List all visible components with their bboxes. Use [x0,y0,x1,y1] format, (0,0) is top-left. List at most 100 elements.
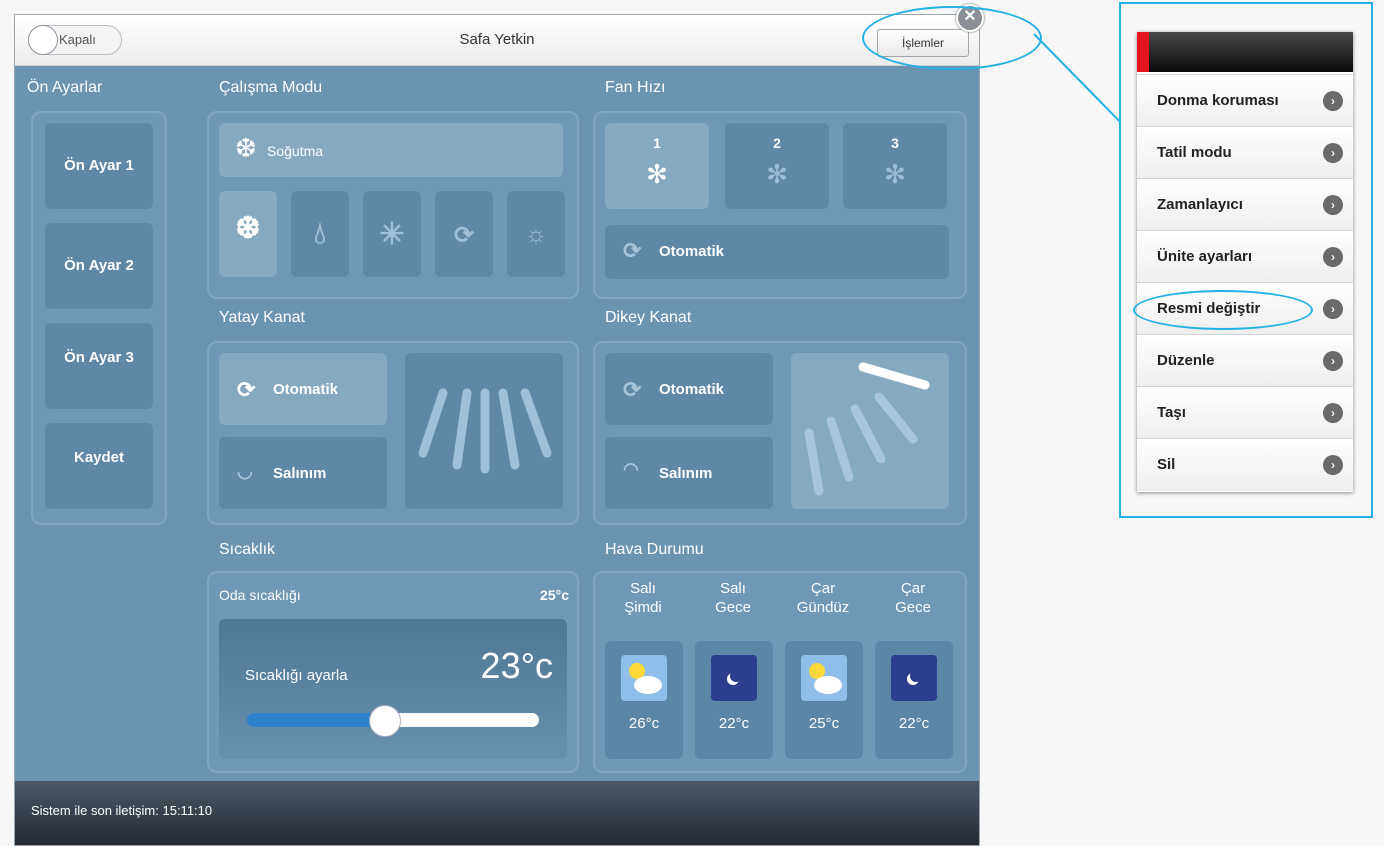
horizontal-vane-auto-label: Otomatik [273,381,339,398]
weather-card: 26°c [605,641,683,759]
menu-item-frost-protection[interactable]: Donma koruması › [1137,74,1353,127]
weather-period: Gece [715,599,751,616]
menu-item-delete[interactable]: Sil › [1137,438,1353,491]
chevron-right-icon: › [1323,195,1343,215]
weather-temp: 22°c [718,715,750,732]
weather-day: Çar [810,580,836,597]
menu-accent [1137,32,1149,72]
menu-item-label: Düzenle [1157,352,1215,369]
weather-card: 25°c [785,641,863,759]
fan-auto-label: Otomatik [659,243,725,260]
weather-day: Salı [630,580,656,597]
fan-speed-3-label: 3 [891,135,899,151]
menu-item-label: Donma koruması [1157,92,1279,109]
weather-box: Salı Şimdi Salı Gece Çar Gündüz Çar Gece… [593,571,967,773]
weather-temp: 26°c [628,715,660,732]
fan-icon: ✳ [379,218,405,251]
mode-cooling-button[interactable]: ❆ [219,191,277,277]
vertical-vane-swing-label: Salınım [659,465,713,482]
fan-speed-1-button[interactable]: 1 ✻ [605,123,709,209]
status-footer: Sistem ile son iletişim: 15:11:10 [15,781,979,845]
swing-icon: ◡ [237,461,253,481]
weather-column-header: Çar Gündüz [783,579,863,617]
vertical-vane-swing-button[interactable]: ◠ Salınım [605,437,773,509]
menu-header [1137,32,1353,72]
mode-auto-button[interactable]: ⟳ [435,191,493,277]
fan-icon: ✻ [646,159,668,189]
selected-mode-bar: ❆ Soğutma [219,123,563,177]
mode-dry-button[interactable]: 💧︎ [291,191,349,277]
horizontal-vane-swing-label: Salınım [273,465,327,482]
preset-2-button[interactable]: Ön Ayar 2 [45,223,153,309]
weather-card: 22°c [875,641,953,759]
mode-title: Çalışma Modu [219,79,323,96]
menu-item-edit[interactable]: Düzenle › [1137,334,1353,387]
chevron-right-icon: › [1323,247,1343,267]
weather-day: Çar [900,580,926,597]
horizontal-vane-position-display[interactable] [405,353,563,509]
set-temperature-label: Sıcaklığı ayarla [245,667,348,684]
last-contact-text: Sistem ile son iletişim: 15:11:10 [31,803,213,818]
snowflake-icon: ❆ [235,133,257,163]
fan-speed-2-button[interactable]: 2 ✻ [725,123,829,209]
vertical-vane-title: Dikey Kanat [605,309,692,326]
horizontal-vane-title: Yatay Kanat [219,309,305,326]
operations-highlight [862,6,1042,70]
weather-period: Gece [895,599,931,616]
menu-item-timer[interactable]: Zamanlayıcı › [1137,178,1353,231]
preset-1-button[interactable]: Ön Ayar 1 [45,123,153,209]
vertical-vane-auto-label: Otomatik [659,381,725,398]
weather-column-header: Çar Gece [873,579,953,617]
menu-item-move[interactable]: Taşı › [1137,386,1353,439]
menu-item-holiday-mode[interactable]: Tatil modu › [1137,126,1353,179]
weather-temp: 22°c [898,715,930,732]
fan-auto-button[interactable]: ⟳ Otomatik [605,225,949,279]
menu-item-unit-settings[interactable]: Ünite ayarları › [1137,230,1353,283]
operations-menu: Donma koruması › Tatil modu › Zamanlayıc… [1137,32,1353,492]
moon-icon [711,655,757,701]
set-temperature-value: 23°c [480,645,553,686]
title-bar: Kapalı Safa Yetkin İşlemler [15,15,979,66]
auto-icon: ⟳ [623,238,642,263]
auto-icon: ⟳ [237,377,256,402]
temperature-box: Oda sıcaklığı 25°c Sıcaklığı ayarla 23°c [207,571,579,773]
snowflake-icon: ❆ [235,212,261,245]
preset-3-button[interactable]: Ön Ayar 3 [45,323,153,409]
mode-fan-button[interactable]: ✳ [363,191,421,277]
vertical-vane-auto-button[interactable]: ⟳ Otomatik [605,353,773,425]
mode-box: ❆ Soğutma ❆ 💧︎ ✳ ⟳ ☼ [207,111,579,299]
weather-card: 22°c [695,641,773,759]
auto-icon: ⟳ [453,222,475,249]
weather-period: Gündüz [796,599,850,616]
drop-icon: 💧︎ [314,217,326,250]
chevron-right-icon: › [1323,143,1343,163]
temperature-slider-thumb[interactable] [369,705,402,737]
fan-speed-title: Fan Hızı [605,79,666,96]
horizontal-vane-swing-button[interactable]: ◡ Salınım [219,437,387,509]
weather-temp: 25°c [808,715,840,732]
menu-item-label: Taşı [1157,404,1186,421]
horizontal-vane-graphic [418,388,552,474]
fan-speed-3-button[interactable]: 3 ✻ [843,123,947,209]
horizontal-vane-auto-button[interactable]: ⟳ Otomatik [219,353,387,425]
fan-speed-box: 1 ✻ 2 ✻ 3 ✻ ⟳ Otomatik [593,111,967,299]
menu-item-label: Zamanlayıcı [1157,196,1243,213]
fan-icon: ✻ [884,159,906,189]
fan-speed-1-label: 1 [653,135,661,151]
vertical-vane-position-display[interactable] [791,353,949,509]
sun-icon: ☼ [525,221,547,248]
temperature-slider-fill[interactable] [247,713,385,727]
chevron-right-icon: › [1323,455,1343,475]
mode-heat-button[interactable]: ☼ [507,191,565,277]
auto-icon: ⟳ [623,377,642,402]
weather-title: Hava Durumu [605,541,704,558]
room-temperature-label: Oda sıcaklığı [219,587,301,603]
fan-speed-2-label: 2 [773,135,781,151]
room-temperature-value: 25°c [540,587,569,603]
presets-title: Ön Ayarlar [27,79,103,96]
ac-control-panel: Kapalı Safa Yetkin İşlemler Ön Ayarlar Ö… [14,14,980,846]
temperature-title: Sıcaklık [219,541,276,558]
menu-item-label: Tatil modu [1157,144,1232,161]
save-preset-button[interactable]: Kaydet [45,423,153,509]
menu-item-label: Ünite ayarları [1157,248,1253,265]
